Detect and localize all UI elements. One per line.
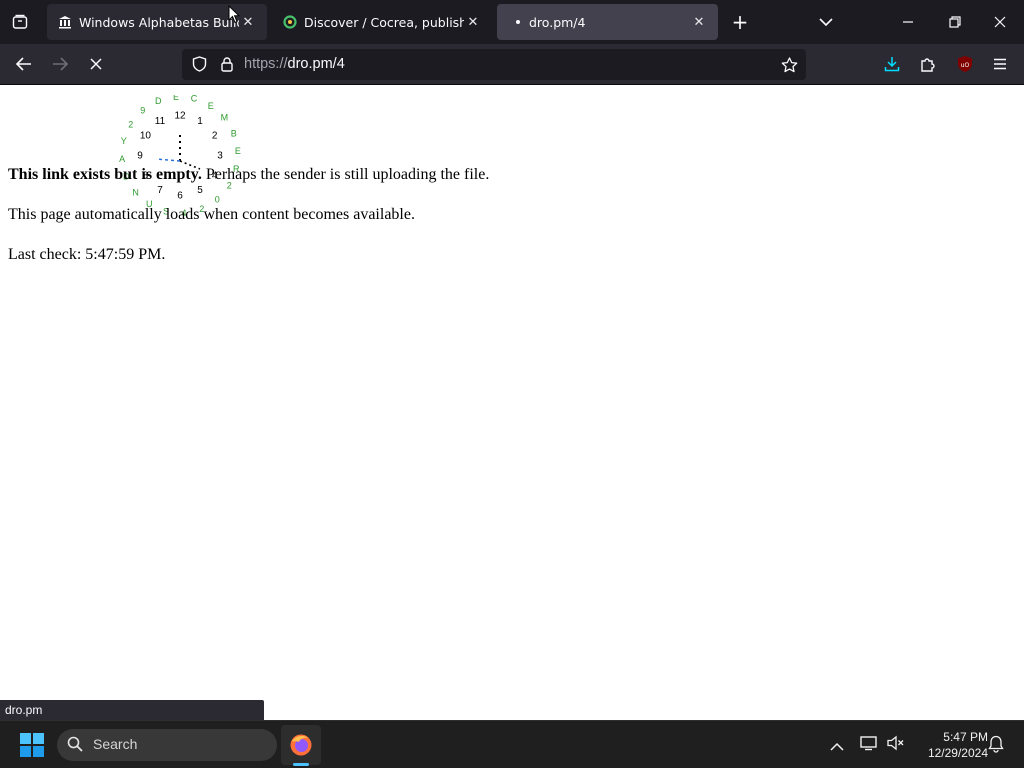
- navigation-toolbar: https://dro.pm/4 uO: [0, 44, 1024, 85]
- auto-load-message: This page automatically loads when conte…: [8, 206, 415, 223]
- firefox-taskbar-button[interactable]: [281, 725, 321, 765]
- close-icon[interactable]: ✕: [239, 13, 257, 31]
- clock-date-ring-letter: 9: [140, 106, 145, 116]
- notification-bell-icon[interactable]: [988, 735, 1004, 757]
- clock-hour-numeral: 3: [217, 151, 223, 162]
- restore-icon[interactable]: [943, 10, 967, 34]
- forward-arrow-icon[interactable]: [48, 52, 72, 76]
- clock-date-ring-letter: 2: [128, 119, 133, 129]
- clock-hour-numeral: 6: [177, 191, 183, 202]
- new-tab-plus-icon[interactable]: +: [728, 10, 752, 34]
- minimize-icon[interactable]: [896, 10, 920, 34]
- clock-date-ring-letter: 0: [215, 194, 220, 204]
- close-window-icon[interactable]: [988, 10, 1012, 34]
- list-all-tabs-chevron-icon[interactable]: [814, 10, 838, 34]
- mouse-cursor-icon: [228, 5, 240, 24]
- clock-hour-numeral: 1: [197, 116, 203, 127]
- address-bar[interactable]: https://dro.pm/4: [182, 49, 806, 80]
- volume-muted-icon[interactable]: [887, 735, 905, 755]
- tab-title: dro.pm/4: [529, 14, 586, 30]
- loading-dot-icon: [513, 14, 523, 30]
- tab-strip: Windows Alphabetas Build 9 ✕ Discover / …: [0, 0, 1024, 44]
- clock-hour-numeral: 9: [137, 151, 143, 162]
- clock-date-ring-letter: Y: [121, 136, 127, 146]
- svg-text:uO: uO: [961, 62, 970, 69]
- clock-hour-numeral: 10: [140, 131, 152, 142]
- firefox-icon: [290, 734, 312, 756]
- firefox-view-icon[interactable]: [8, 10, 32, 34]
- cocrea-icon: [282, 14, 298, 30]
- clock-date-ring-letter: E: [235, 146, 241, 156]
- clock-date-ring-letter: D: [155, 96, 162, 106]
- tab-title: Windows Alphabetas Build 9: [79, 14, 239, 30]
- extensions-puzzle-icon[interactable]: [916, 52, 940, 76]
- last-check-text: Last check: 5:47:59 PM.: [8, 246, 166, 263]
- clock-hour-numeral: 2: [212, 131, 218, 142]
- tracking-protection-shield-icon[interactable]: [190, 55, 208, 73]
- bookmark-star-icon[interactable]: [779, 55, 799, 75]
- taskbar-search-box[interactable]: Search: [57, 729, 277, 761]
- hamburger-menu-icon[interactable]: [988, 52, 1012, 76]
- page-content: 12 1 2 3 4 5 6 7 8 9 10 11 D E C E M B E R 2 0 2 4 S U N D A Y 2 9 This…: [0, 85, 1024, 720]
- clock-date-ring-letter: N: [132, 187, 139, 197]
- clock-date-ring-letter: M: [221, 113, 229, 123]
- clock-date-ring-letter: E: [173, 95, 179, 102]
- status-url-overlay: dro.pm: [0, 700, 264, 720]
- close-icon[interactable]: ✕: [690, 13, 708, 31]
- tab-dro-pm[interactable]: dro.pm/4 ✕: [497, 4, 718, 40]
- clock-date-ring-letter: E: [208, 101, 214, 111]
- clock-hour-numeral: 11: [155, 116, 166, 127]
- lock-icon[interactable]: [218, 55, 236, 73]
- clock-hour-numeral: 5: [197, 185, 203, 196]
- tab-title: Discover / Cocrea, publish a Sc: [304, 14, 464, 30]
- active-app-indicator: [293, 763, 309, 766]
- clock-date-ring-letter: C: [191, 95, 198, 104]
- clock-hour-numeral: 7: [157, 185, 163, 196]
- clock-date-ring-letter: B: [231, 128, 237, 138]
- start-windows-logo-icon[interactable]: [20, 733, 44, 757]
- taskbar-clock[interactable]: 5:47 PM 12/29/2024: [912, 729, 988, 761]
- show-hidden-icons-chevron-icon[interactable]: [830, 737, 844, 756]
- empty-link-bold: This link exists but is empty.: [8, 166, 202, 183]
- museum-icon: [57, 14, 73, 30]
- search-label: Search: [93, 736, 138, 752]
- network-icon[interactable]: [860, 735, 878, 755]
- taskbar-time: 5:47 PM: [943, 730, 988, 744]
- empty-link-message: This link exists but is empty. Perhaps t…: [8, 166, 489, 184]
- url-text[interactable]: https://dro.pm/4: [244, 56, 345, 72]
- clock-date-ring-letter: A: [119, 154, 125, 164]
- tab-cocrea[interactable]: Discover / Cocrea, publish a Sc ✕: [272, 4, 492, 40]
- ublock-origin-icon[interactable]: uO: [953, 52, 977, 76]
- clock-second-hand: [155, 158, 181, 162]
- search-icon: [67, 736, 83, 756]
- empty-link-rest: Perhaps the sender is still uploading th…: [201, 166, 490, 183]
- close-icon[interactable]: ✕: [464, 13, 482, 31]
- windows-taskbar: Search 5:47 PM 12/29/2024: [0, 720, 1024, 768]
- downloads-icon[interactable]: [880, 52, 904, 76]
- taskbar-date: 12/29/2024: [927, 746, 988, 760]
- stop-loading-icon[interactable]: [84, 52, 108, 76]
- clock-hour-numeral: 12: [174, 111, 186, 122]
- back-arrow-icon[interactable]: [12, 52, 36, 76]
